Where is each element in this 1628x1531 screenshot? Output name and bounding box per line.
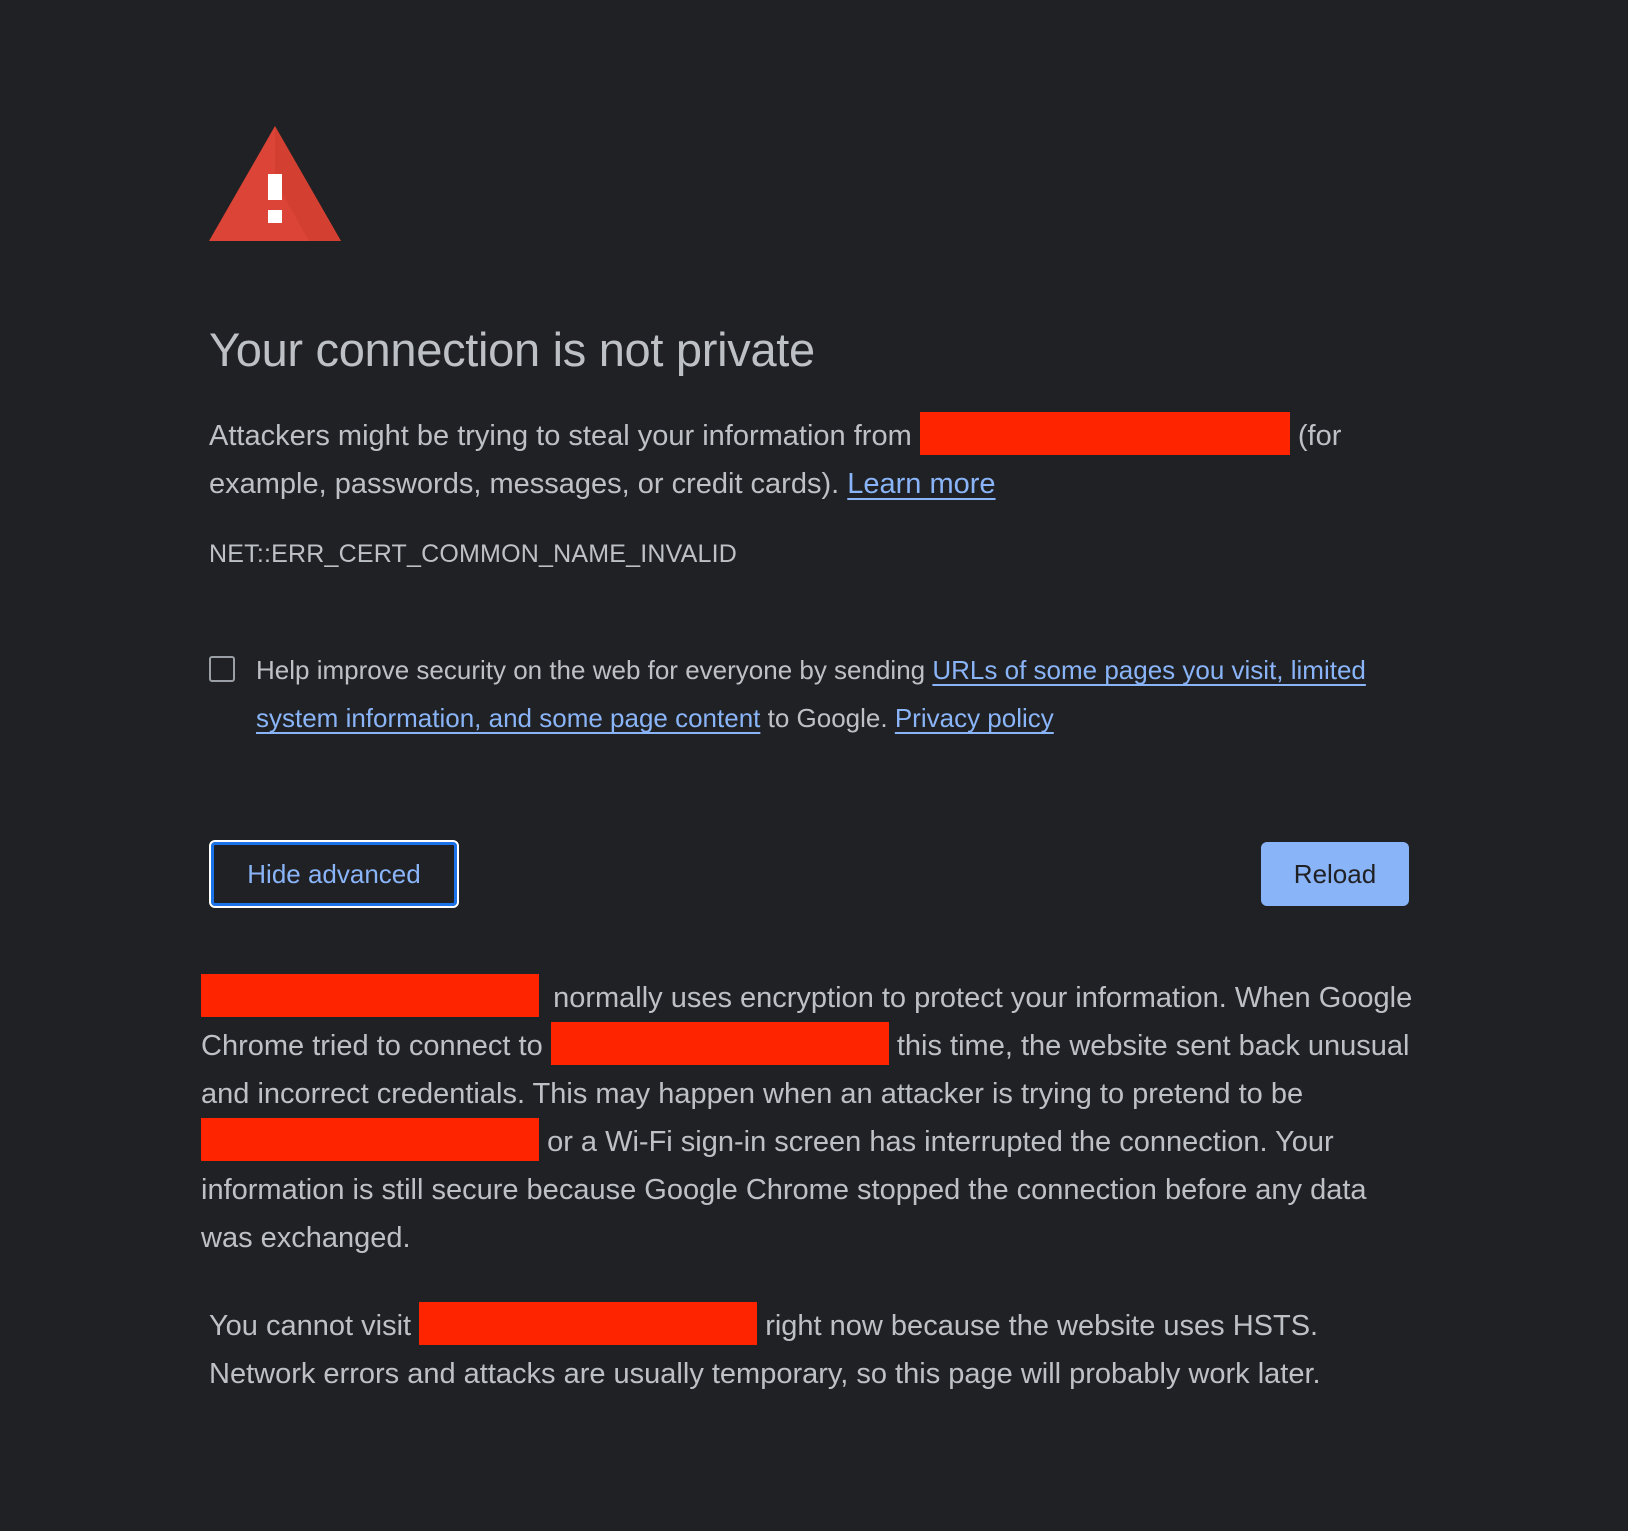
- hsts-paragraph: You cannot visit right now because the w…: [209, 1302, 1409, 1398]
- interstitial-container: Your connection is not private Attackers…: [201, 126, 1412, 1390]
- intro-paragraph: Attackers might be trying to steal your …: [209, 412, 1409, 508]
- reload-button[interactable]: Reload: [1261, 842, 1409, 906]
- advanced-details-paragraph: normally uses encryption to protect your…: [201, 974, 1417, 1262]
- privacy-policy-link[interactable]: Privacy policy: [895, 703, 1054, 733]
- opt-in-checkbox[interactable]: [209, 656, 235, 682]
- redacted-site-name: [919, 412, 1290, 455]
- opt-in-text-start: Help improve security on the web for eve…: [256, 655, 926, 685]
- opt-in-section: Help improve security on the web for eve…: [209, 646, 1409, 742]
- warning-triangle-icon: [209, 126, 341, 241]
- redacted-site-name: [419, 1302, 758, 1345]
- opt-in-text-middle: to Google.: [767, 703, 888, 733]
- error-code: NET::ERR_CERT_COMMON_NAME_INVALID: [209, 540, 737, 568]
- redacted-site-name: [201, 1118, 539, 1161]
- hsts-text-start: You cannot visit: [209, 1310, 412, 1342]
- redacted-site-name: [201, 974, 539, 1017]
- page-title: Your connection is not private: [209, 323, 815, 376]
- redacted-site-name: [550, 1022, 889, 1065]
- opt-in-label: Help improve security on the web for eve…: [256, 646, 1409, 742]
- hide-advanced-button[interactable]: Hide advanced: [209, 840, 459, 908]
- learn-more-link[interactable]: Learn more: [847, 468, 995, 500]
- intro-text-start: Attackers might be trying to steal your …: [209, 420, 912, 452]
